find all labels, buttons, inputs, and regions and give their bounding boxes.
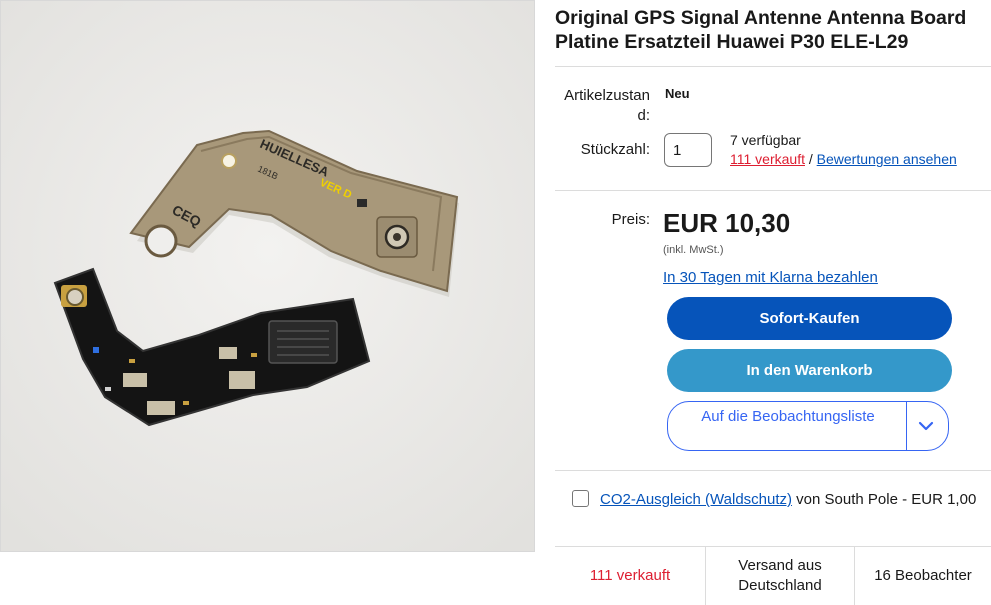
stat-shipping: Versand aus Deutschland bbox=[705, 547, 855, 605]
co2-text: CO2-Ausgleich (Waldschutz) von South Pol… bbox=[600, 489, 985, 510]
chevron-down-icon[interactable] bbox=[917, 417, 935, 439]
divider bbox=[555, 190, 991, 191]
condition-label: Artikelzustand: bbox=[564, 87, 650, 124]
stat-sold: 111 verkauft bbox=[589, 567, 671, 584]
price-amount: EUR 10,30 bbox=[663, 208, 791, 238]
quantity-input[interactable] bbox=[664, 133, 712, 167]
watchlist-button[interactable]: Auf die Beobachtungsliste bbox=[667, 401, 949, 451]
klarna-link[interactable]: In 30 Tagen mit Klarna bezahlen bbox=[663, 269, 878, 286]
divider bbox=[555, 470, 991, 471]
condition-value: Neu bbox=[665, 86, 690, 101]
separator: / bbox=[804, 151, 817, 167]
co2-checkbox[interactable] bbox=[572, 490, 589, 507]
buy-now-button[interactable]: Sofort-Kaufen bbox=[667, 297, 952, 340]
divider bbox=[555, 66, 991, 67]
co2-link[interactable]: CO2-Ausgleich (Waldschutz) bbox=[600, 491, 792, 508]
product-image[interactable]: CEQ HUIELLESA VER D 181B bbox=[0, 0, 535, 552]
reviews-link[interactable]: Bewertungen ansehen bbox=[817, 151, 957, 167]
stat-watchers: 16 Beobachter bbox=[874, 567, 972, 584]
available-count: 7 verfügbar bbox=[730, 132, 801, 148]
stats-bar: 111 verkauft Versand aus Deutschland 16 … bbox=[555, 546, 991, 605]
watchlist-divider bbox=[906, 402, 907, 450]
sold-count-link[interactable]: 111 verkauft bbox=[730, 151, 805, 167]
watchlist-label: Auf die Beobachtungsliste bbox=[701, 408, 875, 425]
item-title: Original GPS Signal Antenne Antenna Boar… bbox=[555, 7, 967, 53]
co2-rest: von South Pole - EUR 1,00 bbox=[792, 491, 977, 508]
product-photo: CEQ HUIELLESA VER D 181B bbox=[1, 1, 534, 551]
vat-note: (inkl. MwSt.) bbox=[663, 244, 724, 256]
add-to-cart-button[interactable]: In den Warenkorb bbox=[667, 349, 952, 392]
sold-reviews-line: 111 verkauft / Bewertungen ansehen bbox=[730, 151, 957, 167]
quantity-label: Stückzahl: bbox=[580, 141, 650, 158]
price-label: Preis: bbox=[611, 211, 650, 228]
